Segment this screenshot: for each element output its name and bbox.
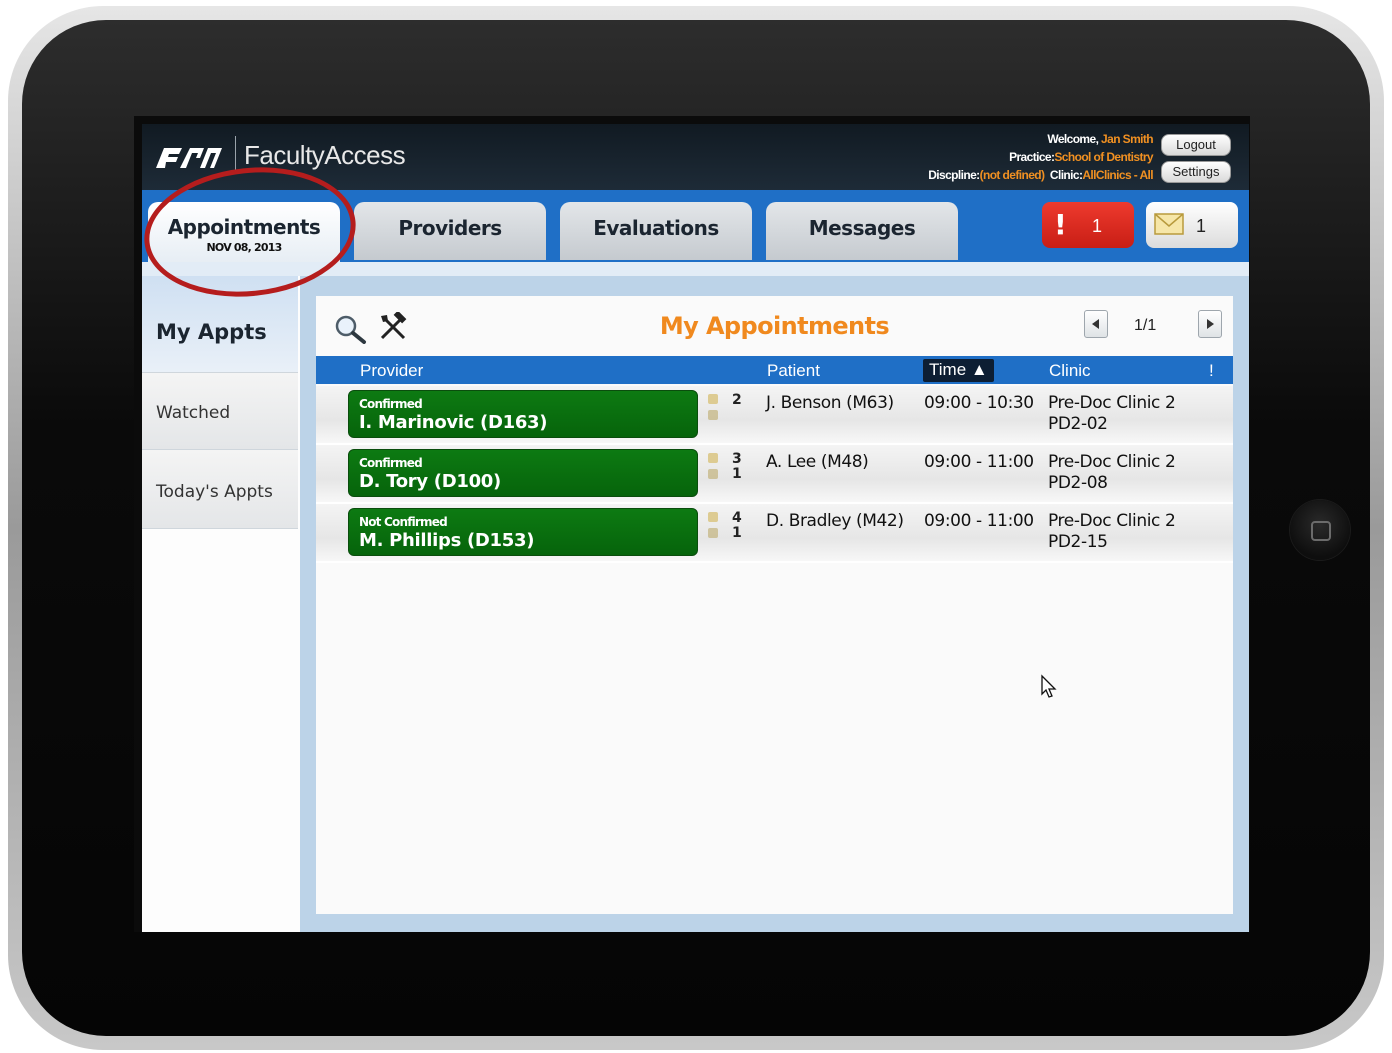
clinic-label: Clinic: <box>1049 168 1083 182</box>
tab-providers-label: Providers <box>398 216 502 240</box>
messages-count: 1 <box>1196 216 1207 236</box>
home-button[interactable] <box>1290 500 1350 560</box>
sidebar-item-todays-appts[interactable]: Today's Appts <box>142 450 298 529</box>
count-primary: 2 <box>732 392 742 408</box>
table-row[interactable]: Confirmed D. Tory (D100) 3 1 A. Lee (M48… <box>316 445 1233 504</box>
next-page-button[interactable] <box>1198 310 1222 338</box>
sidebar-item-label: Today's Appts <box>156 482 273 502</box>
provider-badge[interactable]: Not Confirmed M. Phillips (D153) <box>348 508 698 556</box>
time-cell: 09:00 - 11:00 <box>924 452 1034 472</box>
chevron-right-icon <box>1207 319 1214 329</box>
settings-button[interactable]: Settings <box>1161 161 1231 183</box>
lightbulb-icon <box>708 512 718 522</box>
welcome-line: Welcome, Jan Smith <box>1047 132 1153 146</box>
confirmation-status: Confirmed <box>359 397 423 411</box>
key-icon <box>708 528 718 538</box>
app-title: FacultyAccess <box>244 140 406 170</box>
sidebar-item-label: My Appts <box>156 320 267 344</box>
chevron-left-icon <box>1092 319 1099 329</box>
provider-name: D. Tory (D100) <box>359 471 501 492</box>
alerts-count: 1 <box>1092 216 1103 236</box>
column-header-clinic[interactable]: Clinic <box>1049 361 1091 381</box>
clinic-name: Pre-Doc Clinic 2 <box>1048 452 1176 472</box>
patient-cell: D. Bradley (M42) <box>766 511 904 531</box>
row-indicator-icons <box>708 394 722 426</box>
clinic-cell: Pre-Doc Clinic 2 PD2-15 <box>1048 511 1176 553</box>
column-header-provider[interactable]: Provider <box>360 361 423 381</box>
column-header-flag[interactable]: ! <box>1209 361 1214 381</box>
logout-button[interactable]: Logout <box>1161 134 1231 156</box>
row-counts: 4 1 <box>732 511 742 541</box>
practice-label: Practice: <box>1009 150 1055 164</box>
provider-name: M. Phillips (D153) <box>359 530 535 551</box>
mouse-cursor-icon <box>1041 674 1057 698</box>
row-indicator-icons <box>708 512 722 544</box>
count-secondary: 1 <box>732 525 742 541</box>
envelope-icon <box>1154 213 1184 235</box>
messages-button[interactable]: 1 <box>1146 202 1238 248</box>
exclamation-icon: ! <box>1054 208 1067 241</box>
clinic-cell: Pre-Doc Clinic 2 PD2-08 <box>1048 452 1176 494</box>
time-cell: 09:00 - 10:30 <box>924 393 1034 413</box>
provider-name: I. Marinovic (D163) <box>359 412 548 433</box>
clinic-name: Pre-Doc Clinic 2 <box>1048 393 1176 413</box>
provider-badge[interactable]: Confirmed I. Marinovic (D163) <box>348 390 698 438</box>
column-header-patient[interactable]: Patient <box>767 361 820 381</box>
user-name: Jan Smith <box>1101 132 1154 146</box>
appointments-panel: My Appointments 1/1 Provider Patient Tim… <box>316 296 1233 914</box>
column-header-time[interactable]: Time ▲ <box>923 359 994 382</box>
discipline-clinic-line: Discpline:(not defined) Clinic:AllClinic… <box>928 168 1153 182</box>
tab-messages-label: Messages <box>808 216 916 240</box>
practice-line: Practice:School of Dentistry <box>1009 150 1154 164</box>
discipline-value: (not defined) <box>979 168 1045 182</box>
key-icon <box>708 469 718 479</box>
clinic-cell: Pre-Doc Clinic 2 PD2-02 <box>1048 393 1176 435</box>
prev-page-button[interactable] <box>1084 310 1108 338</box>
sidebar-item-watched[interactable]: Watched <box>142 373 298 450</box>
provider-badge[interactable]: Confirmed D. Tory (D100) <box>348 449 698 497</box>
chair-id: PD2-08 <box>1048 473 1108 493</box>
table-header: Provider Patient Time ▲ Clinic ! <box>316 356 1233 384</box>
clinic-value: AllClinics - All <box>1082 168 1153 182</box>
sidebar: My Appts Watched Today's Appts <box>142 276 300 932</box>
alerts-button[interactable]: ! 1 <box>1042 202 1134 248</box>
confirmation-status: Not Confirmed <box>359 515 448 529</box>
count-primary: 3 <box>732 451 742 467</box>
patient-cell: J. Benson (M63) <box>766 393 894 413</box>
welcome-label: Welcome, <box>1047 132 1099 146</box>
row-indicator-icons <box>708 453 722 485</box>
tab-messages[interactable]: Messages <box>766 202 958 260</box>
chair-id: PD2-15 <box>1048 532 1108 552</box>
count-secondary: 1 <box>732 466 742 482</box>
time-cell: 09:00 - 11:00 <box>924 511 1034 531</box>
key-icon <box>708 410 718 420</box>
table-row[interactable]: Not Confirmed M. Phillips (D153) 4 1 D. … <box>316 504 1233 563</box>
page-indicator: 1/1 <box>1134 317 1157 334</box>
chair-id: PD2-02 <box>1048 414 1108 434</box>
tab-providers[interactable]: Providers <box>354 202 546 260</box>
lightbulb-icon <box>708 453 718 463</box>
practice-value: School of Dentistry <box>1054 150 1153 164</box>
count-primary: 4 <box>732 510 742 526</box>
lightbulb-icon <box>708 394 718 404</box>
tab-evaluations-label: Evaluations <box>593 216 719 240</box>
sidebar-item-label: Watched <box>156 403 231 423</box>
logo-icon <box>156 148 222 168</box>
row-counts: 2 <box>732 393 742 408</box>
discipline-label: Discpline: <box>928 168 980 182</box>
clinic-name: Pre-Doc Clinic 2 <box>1048 511 1176 531</box>
confirmation-status: Confirmed <box>359 456 423 470</box>
patient-cell: A. Lee (M48) <box>766 452 869 472</box>
table-row[interactable]: Confirmed I. Marinovic (D163) 2 J. Benso… <box>316 386 1233 445</box>
row-counts: 3 1 <box>732 452 742 482</box>
tab-evaluations[interactable]: Evaluations <box>560 202 752 260</box>
